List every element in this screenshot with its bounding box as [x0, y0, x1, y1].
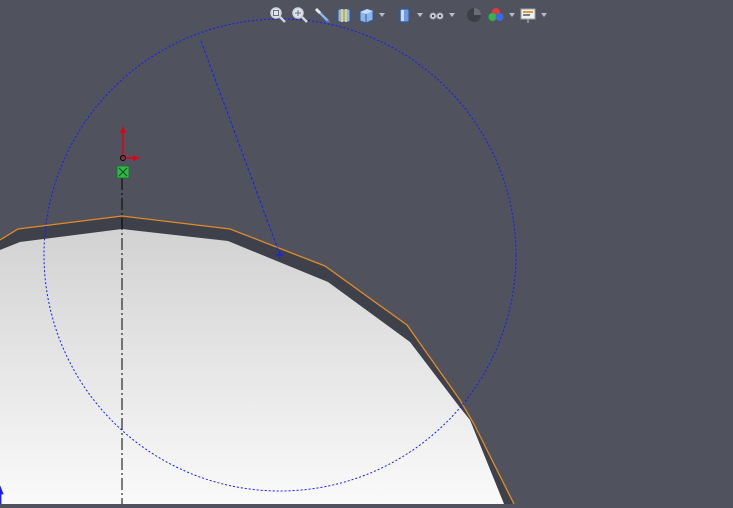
view-orientation-button[interactable]: [356, 5, 376, 25]
view-orientation-dropdown[interactable]: [378, 5, 386, 25]
appearance-icon: [467, 8, 481, 22]
hide-show-icon: [429, 12, 444, 20]
zoom-area-icon: [292, 7, 308, 23]
zoom-to-area-button[interactable]: [290, 5, 310, 25]
hide-show-dropdown[interactable]: [448, 5, 456, 25]
heads-up-view-toolbar: [268, 4, 548, 26]
display-style-button[interactable]: [394, 5, 414, 25]
zoom-to-fit-button[interactable]: [268, 5, 288, 25]
chevron-down-icon: [417, 13, 423, 17]
chevron-down-icon: [449, 13, 455, 17]
chevron-down-icon: [541, 13, 547, 17]
previous-view-button[interactable]: [312, 5, 332, 25]
view-orientation-icon: [359, 8, 374, 24]
chevron-down-icon: [509, 13, 515, 17]
graphics-viewport[interactable]: [0, 0, 733, 505]
view-settings-icon: [520, 8, 536, 23]
scene-icon: [488, 8, 504, 21]
section-view-button[interactable]: [334, 5, 354, 25]
hide-show-items-button[interactable]: [426, 5, 446, 25]
part-face: [0, 229, 504, 504]
view-settings-button[interactable]: [518, 5, 538, 25]
apply-scene-dropdown[interactable]: [508, 5, 516, 25]
apply-scene-button[interactable]: [486, 5, 506, 25]
display-style-dropdown[interactable]: [416, 5, 424, 25]
sketch-canvas[interactable]: [0, 0, 733, 505]
coincident-relation-icon[interactable]: [116, 165, 130, 179]
zoom-fit-icon: [270, 7, 286, 23]
origin-icon: [120, 126, 140, 161]
chevron-down-icon: [379, 13, 385, 17]
display-style-icon: [399, 8, 410, 23]
view-settings-dropdown[interactable]: [540, 5, 548, 25]
radius-line[interactable]: [200, 40, 281, 256]
previous-view-icon: [314, 7, 330, 23]
edit-appearance-button[interactable]: [464, 5, 484, 25]
section-view-icon: [337, 8, 351, 23]
